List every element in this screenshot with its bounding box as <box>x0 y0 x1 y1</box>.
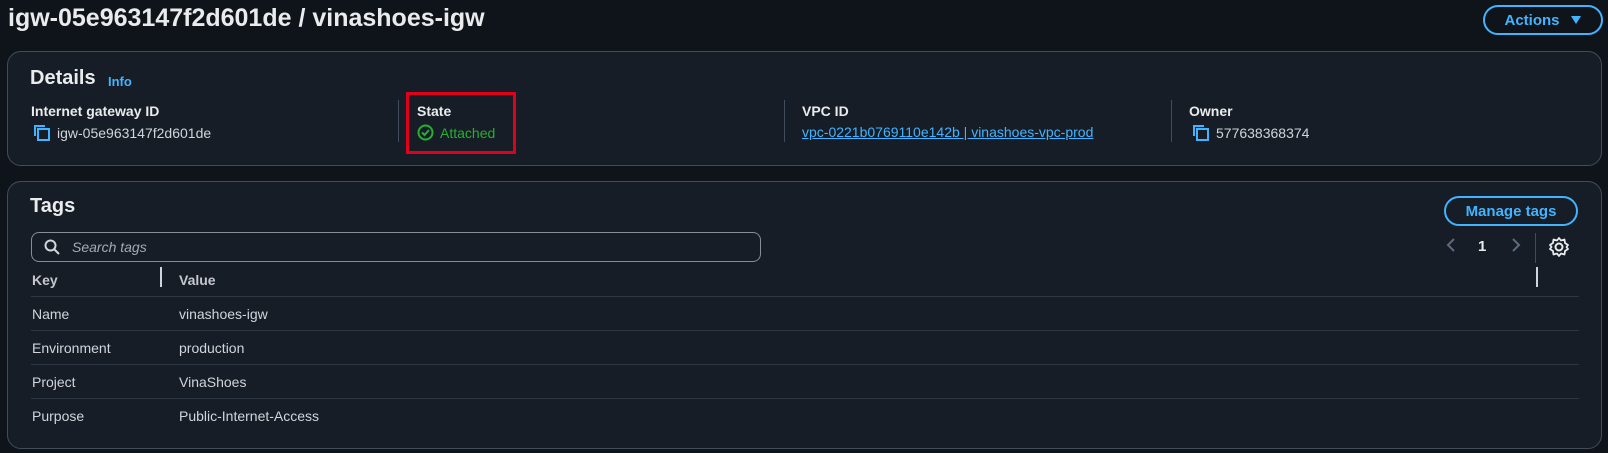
column-resizer[interactable] <box>1536 267 1538 287</box>
table-cell-key: Environment <box>32 340 111 356</box>
table-cell-value: VinaShoes <box>179 374 247 390</box>
table-cell-key: Purpose <box>32 408 85 424</box>
divider <box>784 100 785 142</box>
actions-button[interactable]: Actions <box>1483 5 1603 35</box>
settings-icon[interactable] <box>1548 236 1570 258</box>
column-resizer[interactable] <box>160 267 162 287</box>
table-divider <box>31 330 1579 331</box>
owner-text: 577638368374 <box>1216 125 1310 141</box>
igw-id-label: Internet gateway ID <box>31 103 160 119</box>
table-cell-value: vinashoes-igw <box>179 306 268 322</box>
igw-id-text: igw-05e963147f2d601de <box>57 125 212 141</box>
table-cell-key: Project <box>32 374 76 390</box>
owner-label: Owner <box>1189 103 1233 119</box>
table-cell-value: production <box>179 340 245 356</box>
search-box <box>31 232 761 262</box>
actions-label: Actions <box>1504 11 1560 29</box>
table-divider <box>31 296 1579 297</box>
vpc-id-value: vpc-0221b0769110e142b | vinashoes-vpc-pr… <box>802 124 1093 140</box>
info-link[interactable]: Info <box>108 74 132 89</box>
igw-id-value: igw-05e963147f2d601de <box>33 124 211 142</box>
page-title: igw-05e963147f2d601de / vinashoes-igw <box>8 4 485 32</box>
column-header-key[interactable]: Key <box>32 272 58 288</box>
search-tags-input[interactable] <box>70 238 724 256</box>
table-cell-value: Public-Internet-Access <box>179 408 320 424</box>
owner-value: 577638368374 <box>1192 124 1309 142</box>
caret-down-icon <box>1570 16 1581 24</box>
details-heading: Details <box>30 67 96 89</box>
divider <box>1171 100 1172 142</box>
tags-heading: Tags <box>30 195 76 217</box>
chevron-right-icon[interactable] <box>1510 236 1522 254</box>
vpc-id-label: VPC ID <box>802 103 849 119</box>
vpc-id-link[interactable]: vpc-0221b0769110e142b | vinashoes-vpc-pr… <box>802 124 1093 140</box>
manage-tags-button[interactable]: Manage tags <box>1444 196 1578 226</box>
chevron-left-icon[interactable] <box>1445 236 1457 254</box>
copy-icon[interactable] <box>1192 124 1210 142</box>
current-page[interactable]: 1 <box>1478 238 1486 255</box>
table-divider <box>31 364 1579 365</box>
table-divider <box>31 398 1579 399</box>
table-cell-key: Name <box>32 306 70 322</box>
state-highlight-box <box>406 92 516 154</box>
copy-icon[interactable] <box>33 124 51 142</box>
search-icon <box>44 239 60 255</box>
pager-divider <box>1535 233 1536 263</box>
column-header-value[interactable]: Value <box>179 272 216 288</box>
divider <box>398 100 399 142</box>
